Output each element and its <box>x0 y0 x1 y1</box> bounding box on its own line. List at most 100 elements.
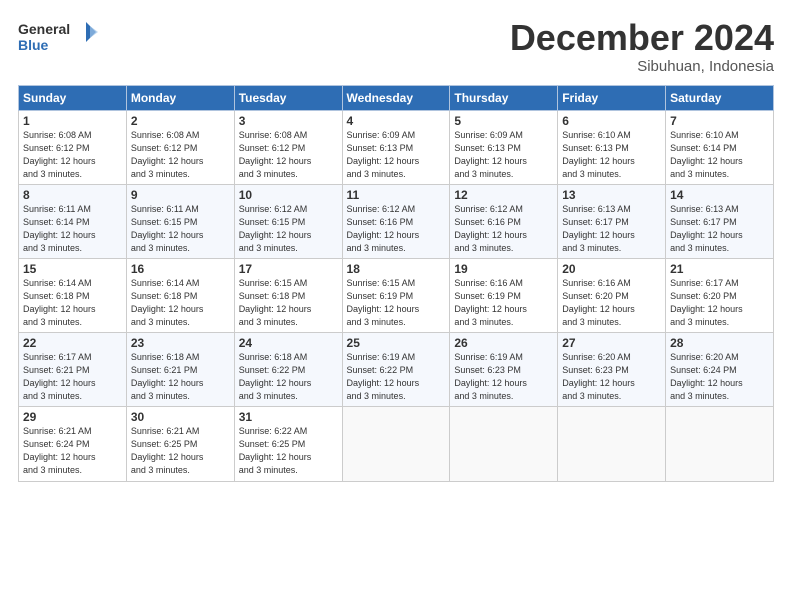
day-number: 19 <box>454 262 553 276</box>
day-number: 29 <box>23 410 122 424</box>
day-number: 8 <box>23 188 122 202</box>
col-tuesday: Tuesday <box>234 85 342 110</box>
day-info: Sunrise: 6:12 AMSunset: 6:16 PMDaylight:… <box>347 203 446 255</box>
calendar-cell <box>558 407 666 481</box>
col-wednesday: Wednesday <box>342 85 450 110</box>
day-info: Sunrise: 6:22 AMSunset: 6:25 PMDaylight:… <box>239 425 338 477</box>
calendar-cell: 2Sunrise: 6:08 AMSunset: 6:12 PMDaylight… <box>126 110 234 184</box>
day-info: Sunrise: 6:08 AMSunset: 6:12 PMDaylight:… <box>131 129 230 181</box>
day-number: 2 <box>131 114 230 128</box>
calendar-cell: 25Sunrise: 6:19 AMSunset: 6:22 PMDayligh… <box>342 333 450 407</box>
col-monday: Monday <box>126 85 234 110</box>
day-info: Sunrise: 6:18 AMSunset: 6:22 PMDaylight:… <box>239 351 338 403</box>
calendar-body: 1Sunrise: 6:08 AMSunset: 6:12 PMDaylight… <box>19 110 774 481</box>
calendar-cell: 26Sunrise: 6:19 AMSunset: 6:23 PMDayligh… <box>450 333 558 407</box>
day-number: 25 <box>347 336 446 350</box>
calendar-cell: 30Sunrise: 6:21 AMSunset: 6:25 PMDayligh… <box>126 407 234 481</box>
calendar-cell: 19Sunrise: 6:16 AMSunset: 6:19 PMDayligh… <box>450 258 558 332</box>
day-number: 24 <box>239 336 338 350</box>
day-info: Sunrise: 6:14 AMSunset: 6:18 PMDaylight:… <box>131 277 230 329</box>
day-info: Sunrise: 6:09 AMSunset: 6:13 PMDaylight:… <box>454 129 553 181</box>
calendar-table: Sunday Monday Tuesday Wednesday Thursday… <box>18 85 774 482</box>
day-info: Sunrise: 6:14 AMSunset: 6:18 PMDaylight:… <box>23 277 122 329</box>
day-info: Sunrise: 6:12 AMSunset: 6:16 PMDaylight:… <box>454 203 553 255</box>
day-number: 12 <box>454 188 553 202</box>
day-info: Sunrise: 6:10 AMSunset: 6:14 PMDaylight:… <box>670 129 769 181</box>
day-info: Sunrise: 6:15 AMSunset: 6:18 PMDaylight:… <box>239 277 338 329</box>
day-number: 27 <box>562 336 661 350</box>
day-info: Sunrise: 6:15 AMSunset: 6:19 PMDaylight:… <box>347 277 446 329</box>
day-info: Sunrise: 6:13 AMSunset: 6:17 PMDaylight:… <box>562 203 661 255</box>
day-number: 31 <box>239 410 338 424</box>
calendar-cell: 11Sunrise: 6:12 AMSunset: 6:16 PMDayligh… <box>342 184 450 258</box>
calendar-cell: 9Sunrise: 6:11 AMSunset: 6:15 PMDaylight… <box>126 184 234 258</box>
day-info: Sunrise: 6:20 AMSunset: 6:23 PMDaylight:… <box>562 351 661 403</box>
calendar-cell <box>342 407 450 481</box>
col-friday: Friday <box>558 85 666 110</box>
day-number: 6 <box>562 114 661 128</box>
title-block: December 2024 Sibuhuan, Indonesia <box>510 18 774 75</box>
calendar-week-3: 15Sunrise: 6:14 AMSunset: 6:18 PMDayligh… <box>19 258 774 332</box>
calendar-cell: 20Sunrise: 6:16 AMSunset: 6:20 PMDayligh… <box>558 258 666 332</box>
day-info: Sunrise: 6:16 AMSunset: 6:19 PMDaylight:… <box>454 277 553 329</box>
calendar-cell: 14Sunrise: 6:13 AMSunset: 6:17 PMDayligh… <box>666 184 774 258</box>
day-number: 23 <box>131 336 230 350</box>
day-number: 30 <box>131 410 230 424</box>
day-info: Sunrise: 6:21 AMSunset: 6:25 PMDaylight:… <box>131 425 230 477</box>
day-info: Sunrise: 6:19 AMSunset: 6:23 PMDaylight:… <box>454 351 553 403</box>
day-info: Sunrise: 6:17 AMSunset: 6:20 PMDaylight:… <box>670 277 769 329</box>
day-info: Sunrise: 6:18 AMSunset: 6:21 PMDaylight:… <box>131 351 230 403</box>
logo: General Blue <box>18 18 98 58</box>
calendar-cell: 24Sunrise: 6:18 AMSunset: 6:22 PMDayligh… <box>234 333 342 407</box>
day-info: Sunrise: 6:20 AMSunset: 6:24 PMDaylight:… <box>670 351 769 403</box>
day-number: 11 <box>347 188 446 202</box>
day-number: 9 <box>131 188 230 202</box>
day-number: 21 <box>670 262 769 276</box>
day-info: Sunrise: 6:12 AMSunset: 6:15 PMDaylight:… <box>239 203 338 255</box>
calendar-cell: 15Sunrise: 6:14 AMSunset: 6:18 PMDayligh… <box>19 258 127 332</box>
day-info: Sunrise: 6:17 AMSunset: 6:21 PMDaylight:… <box>23 351 122 403</box>
col-saturday: Saturday <box>666 85 774 110</box>
day-number: 22 <box>23 336 122 350</box>
location-subtitle: Sibuhuan, Indonesia <box>510 58 774 75</box>
day-number: 17 <box>239 262 338 276</box>
svg-text:Blue: Blue <box>18 37 49 53</box>
logo-svg: General Blue <box>18 18 98 58</box>
calendar-cell: 4Sunrise: 6:09 AMSunset: 6:13 PMDaylight… <box>342 110 450 184</box>
day-number: 26 <box>454 336 553 350</box>
calendar-cell: 12Sunrise: 6:12 AMSunset: 6:16 PMDayligh… <box>450 184 558 258</box>
calendar-cell: 21Sunrise: 6:17 AMSunset: 6:20 PMDayligh… <box>666 258 774 332</box>
calendar-cell: 1Sunrise: 6:08 AMSunset: 6:12 PMDaylight… <box>19 110 127 184</box>
calendar-cell: 3Sunrise: 6:08 AMSunset: 6:12 PMDaylight… <box>234 110 342 184</box>
day-number: 1 <box>23 114 122 128</box>
day-info: Sunrise: 6:11 AMSunset: 6:14 PMDaylight:… <box>23 203 122 255</box>
day-info: Sunrise: 6:08 AMSunset: 6:12 PMDaylight:… <box>239 129 338 181</box>
calendar-cell: 8Sunrise: 6:11 AMSunset: 6:14 PMDaylight… <box>19 184 127 258</box>
calendar-cell <box>666 407 774 481</box>
calendar-cell: 28Sunrise: 6:20 AMSunset: 6:24 PMDayligh… <box>666 333 774 407</box>
calendar-cell: 23Sunrise: 6:18 AMSunset: 6:21 PMDayligh… <box>126 333 234 407</box>
header-row: Sunday Monday Tuesday Wednesday Thursday… <box>19 85 774 110</box>
calendar-page: General Blue December 2024 Sibuhuan, Ind… <box>0 0 792 612</box>
day-number: 7 <box>670 114 769 128</box>
calendar-cell: 6Sunrise: 6:10 AMSunset: 6:13 PMDaylight… <box>558 110 666 184</box>
day-info: Sunrise: 6:11 AMSunset: 6:15 PMDaylight:… <box>131 203 230 255</box>
col-sunday: Sunday <box>19 85 127 110</box>
day-number: 18 <box>347 262 446 276</box>
calendar-cell: 5Sunrise: 6:09 AMSunset: 6:13 PMDaylight… <box>450 110 558 184</box>
day-number: 5 <box>454 114 553 128</box>
day-info: Sunrise: 6:13 AMSunset: 6:17 PMDaylight:… <box>670 203 769 255</box>
day-info: Sunrise: 6:21 AMSunset: 6:24 PMDaylight:… <box>23 425 122 477</box>
day-number: 16 <box>131 262 230 276</box>
day-number: 13 <box>562 188 661 202</box>
calendar-week-1: 1Sunrise: 6:08 AMSunset: 6:12 PMDaylight… <box>19 110 774 184</box>
calendar-week-4: 22Sunrise: 6:17 AMSunset: 6:21 PMDayligh… <box>19 333 774 407</box>
day-info: Sunrise: 6:19 AMSunset: 6:22 PMDaylight:… <box>347 351 446 403</box>
day-info: Sunrise: 6:08 AMSunset: 6:12 PMDaylight:… <box>23 129 122 181</box>
calendar-cell: 13Sunrise: 6:13 AMSunset: 6:17 PMDayligh… <box>558 184 666 258</box>
calendar-cell <box>450 407 558 481</box>
calendar-cell: 16Sunrise: 6:14 AMSunset: 6:18 PMDayligh… <box>126 258 234 332</box>
col-thursday: Thursday <box>450 85 558 110</box>
calendar-cell: 27Sunrise: 6:20 AMSunset: 6:23 PMDayligh… <box>558 333 666 407</box>
day-number: 3 <box>239 114 338 128</box>
